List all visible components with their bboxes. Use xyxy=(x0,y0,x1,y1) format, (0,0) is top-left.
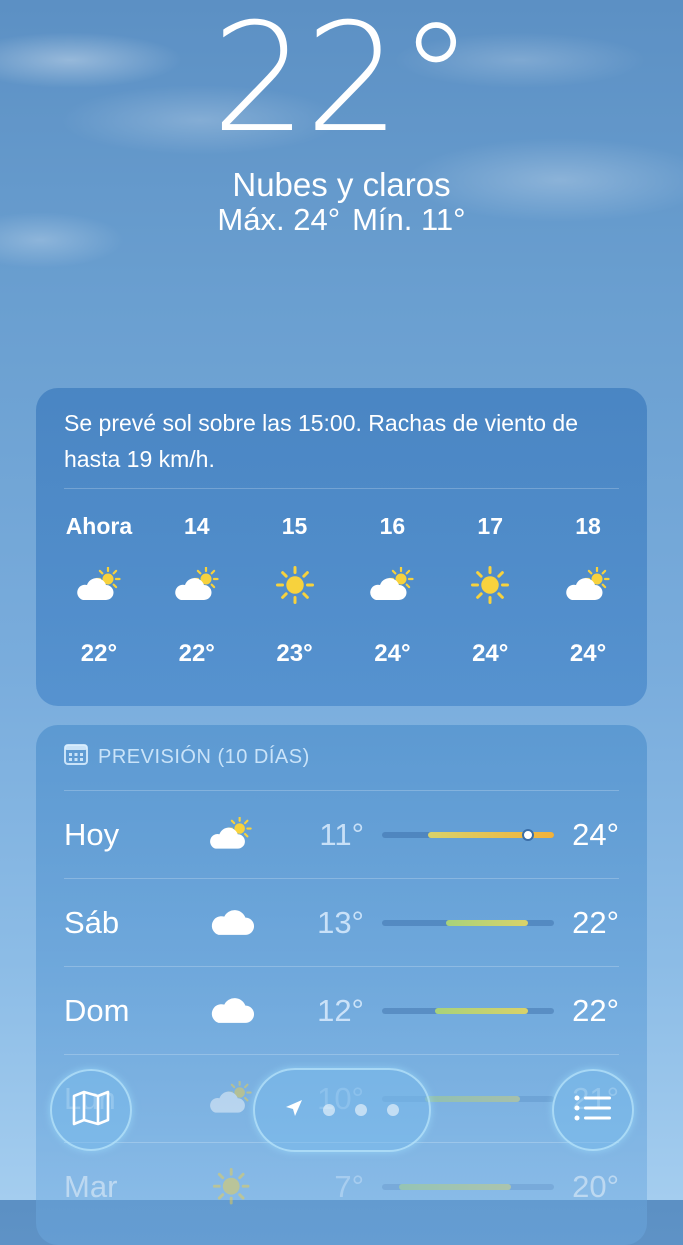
hour-item: Ahora 22° xyxy=(50,489,148,668)
location-pager[interactable] xyxy=(253,1068,431,1152)
current-condition: Nubes y claros xyxy=(232,166,451,203)
sun-icon xyxy=(246,555,344,615)
day-label: Sáb xyxy=(64,904,120,940)
day-min-temperature: 7° xyxy=(334,1168,364,1204)
partly-sunny-icon xyxy=(343,555,441,615)
temperature-range-bar xyxy=(381,1183,555,1190)
temperature-range-fill xyxy=(445,919,529,926)
page-dot[interactable] xyxy=(387,1104,399,1116)
sun-icon xyxy=(441,555,539,615)
ten-day-forecast-card[interactable]: PREVISIÓN (10 DÍAS) Hoy 11° 24° Sáb 13° 2… xyxy=(36,725,647,1245)
hour-label: 17 xyxy=(477,513,504,539)
day-min-temperature: 13° xyxy=(317,904,364,940)
hourly-summary: Se prevé sol sobre las 15:00. Rachas de … xyxy=(64,410,578,472)
day-row[interactable]: Mar 7° 20° xyxy=(36,1143,647,1230)
daily-list[interactable]: Hoy 11° 24°Sáb 13° 22°Dom 12° 22°Lun 10°… xyxy=(36,791,647,1230)
temperature-range-bar xyxy=(381,919,555,926)
hour-item: 18 24° xyxy=(539,489,637,668)
map-icon xyxy=(71,1090,111,1131)
page-dot[interactable] xyxy=(355,1104,367,1116)
hour-item: 14 22° xyxy=(148,489,246,668)
calendar-icon xyxy=(64,743,88,771)
day-max-temperature: 22° xyxy=(572,992,619,1028)
hour-label: 16 xyxy=(379,513,406,539)
list-icon xyxy=(573,1093,613,1128)
day-max-temperature: 24° xyxy=(572,816,619,852)
low-temperature: Mín. 11° xyxy=(352,201,466,237)
current-temperature: 22° xyxy=(211,0,474,166)
partly-sunny-icon xyxy=(187,817,276,852)
day-label: Dom xyxy=(64,992,130,1028)
hourly-forecast-card[interactable]: Se prevé sol sobre las 15:00. Rachas de … xyxy=(36,388,647,706)
day-row[interactable]: Dom 12° 22° xyxy=(36,967,647,1054)
location-list-button[interactable] xyxy=(552,1069,634,1151)
cloud-icon xyxy=(187,996,276,1025)
day-row[interactable]: Sáb 13° 22° xyxy=(36,879,647,966)
temperature-range-bar xyxy=(381,828,555,841)
current-temperature-marker xyxy=(521,828,534,841)
day-row[interactable]: Hoy 11° 24° xyxy=(36,791,647,878)
hour-temperature: 22° xyxy=(80,640,118,667)
hour-temperature: 22° xyxy=(178,640,215,667)
temperature-range-fill xyxy=(399,1183,512,1190)
day-label: Mar xyxy=(64,1168,118,1204)
current-weather: 22° Nubes y claros Máx. 24° Mín. 11° xyxy=(0,0,683,237)
hour-temperature: 23° xyxy=(276,640,313,667)
hour-temperature: 24° xyxy=(569,640,607,667)
partly-sunny-icon xyxy=(539,555,637,615)
day-max-temperature: 20° xyxy=(572,1168,619,1204)
cloud-icon xyxy=(187,908,276,937)
temperature-range-bar xyxy=(381,1007,555,1014)
day-min-temperature: 11° xyxy=(319,816,364,852)
hour-item: 17 24° xyxy=(441,489,539,668)
hourly-list[interactable]: Ahora 22° 14 22° 15 23° 16 24° 17 24° 18 24° xyxy=(36,489,647,668)
temperature-range-fill xyxy=(428,831,555,838)
hour-item: 16 24° xyxy=(343,489,441,668)
day-min-temperature: 12° xyxy=(317,992,364,1028)
partly-sunny-icon xyxy=(148,555,246,615)
hour-temperature: 24° xyxy=(374,640,411,667)
page-dot[interactable] xyxy=(323,1104,335,1116)
high-temperature: Máx. 24° xyxy=(217,201,341,237)
day-max-temperature: 22° xyxy=(572,904,619,940)
bottom-toolbar xyxy=(0,1066,683,1156)
hour-label: 14 xyxy=(183,513,210,539)
hour-label: 15 xyxy=(281,513,308,539)
map-button[interactable] xyxy=(50,1069,132,1151)
day-label: Hoy xyxy=(64,816,120,852)
forecast-header: PREVISIÓN (10 DÍAS) xyxy=(36,725,647,768)
temperature-range-fill xyxy=(435,1007,529,1014)
location-arrow-icon xyxy=(285,1099,303,1122)
hour-item: 15 23° xyxy=(246,489,344,668)
forecast-header-label: PREVISIÓN (10 DÍAS) xyxy=(98,745,310,768)
high-low: Máx. 24° Mín. 11° xyxy=(0,201,683,237)
hour-label: 18 xyxy=(575,513,601,539)
hour-temperature: 24° xyxy=(472,640,509,667)
partly-sunny-icon xyxy=(50,555,148,615)
hour-label: Ahora xyxy=(65,513,133,539)
